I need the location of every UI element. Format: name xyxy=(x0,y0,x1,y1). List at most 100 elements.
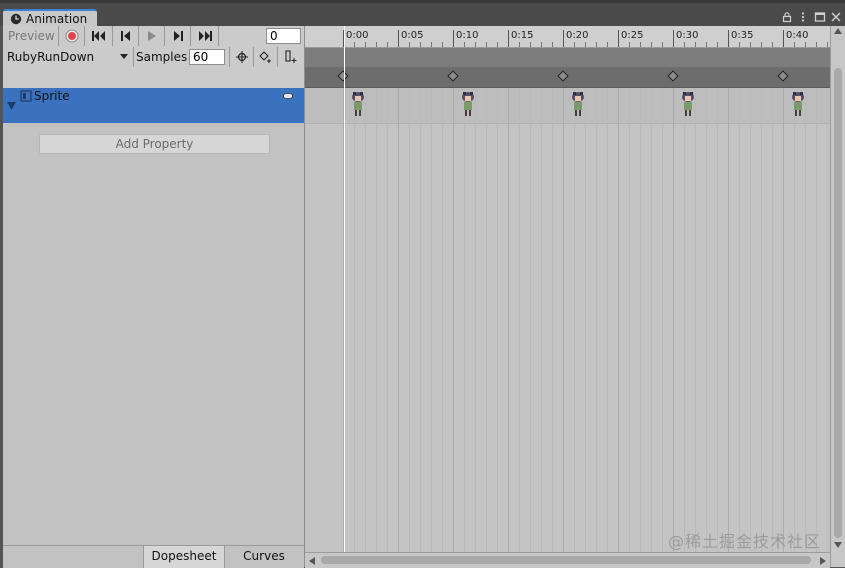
grid-line xyxy=(673,47,674,567)
grid-line xyxy=(497,47,498,567)
samples-field[interactable] xyxy=(189,49,225,65)
horizontal-scrollbar[interactable] xyxy=(305,552,830,568)
time-ruler[interactable]: 0:00 0:05 0:10 0:15 0:20 0:25 0:30 0:35 0:40 xyxy=(305,26,833,48)
ruler-minor-tick xyxy=(486,42,487,47)
record-button[interactable] xyxy=(59,26,85,46)
keyframe-diamond[interactable] xyxy=(667,70,679,82)
grid-line xyxy=(761,47,762,567)
animation-window: Preview 0 RubyRunDown Samples 60 Sprite … xyxy=(3,26,845,568)
clip-toolbar: RubyRunDown Samples xyxy=(3,47,304,69)
add-keyframe-button[interactable] xyxy=(253,47,278,67)
first-keyframe-button[interactable] xyxy=(85,26,113,46)
grid-line xyxy=(409,47,410,567)
clip-name: RubyRunDown xyxy=(7,50,95,64)
add-property-button[interactable]: Add Property xyxy=(39,134,270,154)
grid-line xyxy=(365,47,366,567)
lock-icon[interactable] xyxy=(781,11,793,23)
grid-line xyxy=(475,47,476,567)
keyframe-diamond[interactable] xyxy=(447,70,459,82)
step-forward-icon xyxy=(174,31,183,41)
sprite-thumbnail-icon[interactable] xyxy=(571,91,585,117)
ruler-minor-tick xyxy=(651,42,652,47)
tab-dopesheet[interactable]: Dopesheet xyxy=(143,546,225,568)
grid-line xyxy=(805,47,806,567)
sprite-thumbnail-icon[interactable] xyxy=(791,91,805,117)
ruler-minor-tick xyxy=(629,42,630,47)
sprite-thumbnail-icon[interactable] xyxy=(461,91,475,117)
grid-line xyxy=(552,47,553,567)
grid-line xyxy=(354,47,355,567)
clip-dropdown[interactable]: RubyRunDown xyxy=(3,47,134,67)
maximize-icon[interactable] xyxy=(814,11,826,23)
keyframe-diamond[interactable] xyxy=(777,70,789,82)
ruler-minor-tick xyxy=(354,42,355,47)
property-panel: Preview 0 RubyRunDown Samples 60 Sprite … xyxy=(3,26,305,568)
grid-line xyxy=(607,47,608,567)
scroll-right-icon[interactable] xyxy=(820,557,826,565)
keyframe-summary-row xyxy=(3,68,304,89)
grid-line xyxy=(783,47,784,567)
next-keyframe-button[interactable] xyxy=(165,26,191,46)
ruler-minor-tick xyxy=(772,42,773,47)
ruler-tick xyxy=(398,30,399,47)
ruler-minor-tick xyxy=(497,42,498,47)
keyframe-diamond[interactable] xyxy=(557,70,569,82)
skip-to-end-icon xyxy=(199,31,212,41)
add-event-button[interactable] xyxy=(277,47,304,67)
sprite-thumbnail-icon[interactable] xyxy=(681,91,695,117)
snap-button[interactable] xyxy=(229,47,254,67)
tab-curves[interactable]: Curves xyxy=(224,546,304,568)
keyframe-diamond[interactable] xyxy=(337,70,349,82)
preview-toggle[interactable]: Preview xyxy=(3,26,59,46)
samples-label: Samples xyxy=(136,50,188,64)
ruler-minor-tick xyxy=(475,42,476,47)
ruler-minor-tick xyxy=(596,42,597,47)
ruler-minor-tick xyxy=(607,42,608,47)
ruler-minor-tick xyxy=(519,42,520,47)
play-button[interactable] xyxy=(139,26,165,46)
last-keyframe-button[interactable] xyxy=(191,26,219,46)
vertical-scrollbar[interactable] xyxy=(830,26,845,567)
more-options-icon[interactable] xyxy=(797,11,809,23)
ruler-minor-tick xyxy=(530,42,531,47)
property-row-sprite[interactable]: Sprite xyxy=(3,88,304,123)
scroll-down-icon[interactable] xyxy=(834,542,842,548)
scroll-left-icon[interactable] xyxy=(309,557,315,565)
expand-arrow-icon[interactable] xyxy=(7,102,16,110)
grid-line xyxy=(431,47,432,567)
ruler-tick-label: 0:40 xyxy=(786,30,809,41)
grid-line xyxy=(706,47,707,567)
grid-line xyxy=(728,47,729,567)
grid-line xyxy=(750,47,751,567)
grid-line xyxy=(464,47,465,567)
grid-line xyxy=(827,47,828,567)
grid-line xyxy=(662,47,663,567)
skip-to-start-icon xyxy=(92,31,105,41)
playhead[interactable] xyxy=(344,26,345,567)
ruler-tick-label: 0:35 xyxy=(731,30,754,41)
sprite-thumbnail-icon[interactable] xyxy=(351,91,365,117)
ruler-minor-tick xyxy=(640,42,641,47)
ruler-tick xyxy=(563,30,564,47)
scroll-up-icon[interactable] xyxy=(834,28,842,34)
ruler-minor-tick xyxy=(739,42,740,47)
dopesheet-timeline[interactable]: 0:00 0:05 0:10 0:15 0:20 0:25 0:30 0:35 0:40 xyxy=(305,26,833,567)
ruler-minor-tick xyxy=(552,42,553,47)
clock-icon xyxy=(10,13,22,25)
vertical-scroll-thumb[interactable] xyxy=(834,68,842,538)
ruler-minor-tick xyxy=(695,42,696,47)
ruler-minor-tick xyxy=(750,42,751,47)
grid-line xyxy=(420,47,421,567)
ruler-minor-tick xyxy=(717,42,718,47)
grid-line xyxy=(574,47,575,567)
grid-line xyxy=(519,47,520,567)
grid-line xyxy=(585,47,586,567)
grid-line xyxy=(651,47,652,567)
horizontal-scroll-thumb[interactable] xyxy=(321,556,811,564)
grid-line xyxy=(398,47,399,567)
property-options-icon[interactable] xyxy=(283,93,293,99)
close-icon[interactable] xyxy=(830,11,842,23)
sprite-keyframes xyxy=(305,88,833,123)
previous-keyframe-button[interactable] xyxy=(113,26,139,46)
frame-field[interactable] xyxy=(266,28,301,44)
